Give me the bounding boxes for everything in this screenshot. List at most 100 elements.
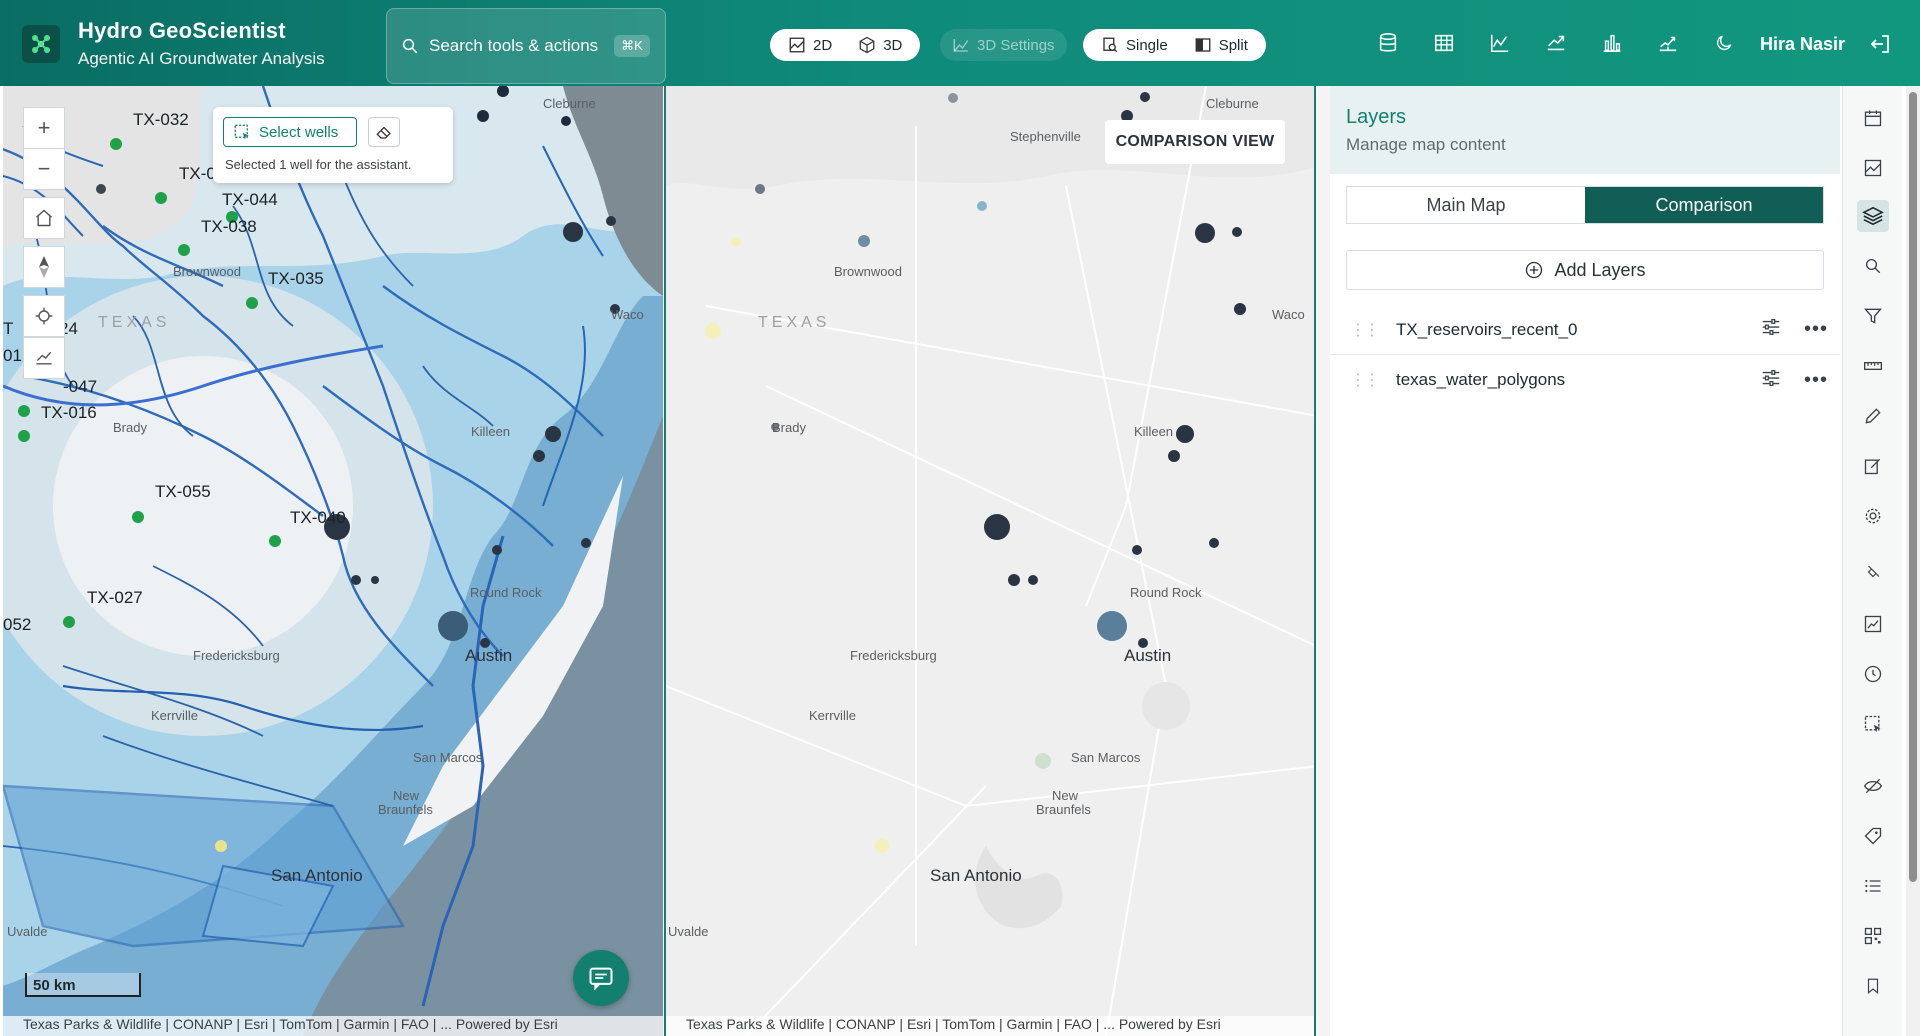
layer-row[interactable]: ⋮⋮ TX_reservoirs_recent_0 ••• — [1330, 305, 1840, 355]
command-search[interactable]: Search tools & actions ⌘K — [386, 8, 666, 84]
add-layers-label: Add Layers — [1554, 259, 1646, 280]
well-label[interactable]: T — [3, 319, 13, 339]
select-box-icon[interactable] — [1857, 708, 1889, 740]
well-label[interactable]: TX-055 — [155, 482, 211, 502]
well-label[interactable]: TX-040 — [290, 508, 346, 528]
scrollbar-thumb[interactable] — [1909, 92, 1917, 882]
pencil-icon[interactable] — [1857, 400, 1889, 432]
main-map-canvas — [3, 86, 663, 1036]
drag-handle-icon[interactable]: ⋮⋮ — [1350, 370, 1380, 390]
well-label[interactable]: TX-044 — [222, 190, 278, 210]
comparison-map-canvas — [666, 86, 1314, 1036]
single-view-label: Single — [1126, 36, 1168, 54]
place-fredericksburg: Fredericksburg — [850, 648, 937, 663]
filter-icon[interactable] — [1857, 300, 1889, 332]
plus-circle-icon — [1526, 261, 1543, 279]
main-map[interactable]: Cleburne Brownwood TEXAS Waco Brady Kill… — [3, 86, 663, 1036]
image-analysis-icon[interactable] — [1857, 152, 1889, 184]
tab-comparison[interactable]: Comparison — [1585, 187, 1823, 223]
well-label[interactable]: TX-0 — [179, 164, 216, 184]
zoom-out-button[interactable]: − — [23, 148, 65, 190]
database-icon[interactable] — [1375, 30, 1401, 56]
place-san-marcos: San Marcos — [413, 750, 483, 765]
more-options-icon[interactable]: ••• — [1804, 318, 1828, 341]
drag-handle-icon[interactable]: ⋮⋮ — [1350, 320, 1380, 340]
selection-status: Selected 1 well for the assistant. — [225, 157, 412, 172]
view-3d-button[interactable]: 3D — [848, 29, 912, 61]
minus-icon: − — [37, 156, 51, 181]
tag-icon[interactable] — [1857, 820, 1889, 852]
well-label[interactable]: TX-016 — [41, 403, 97, 423]
compass-button[interactable] — [23, 246, 65, 288]
measure-icon[interactable] — [1857, 350, 1889, 382]
well-label[interactable]: TX-038 — [201, 217, 257, 237]
moon-icon[interactable] — [1711, 30, 1737, 56]
search-label: Search tools & actions — [429, 36, 599, 55]
select-wells-button[interactable]: Select wells — [223, 117, 357, 147]
split-view-label: Split — [1218, 36, 1248, 54]
well-label[interactable]: TX-035 — [268, 269, 324, 289]
3d-settings-icon — [953, 39, 969, 52]
home-button[interactable] — [23, 197, 65, 239]
well-label[interactable]: TX-032 — [133, 110, 189, 130]
add-layers-button[interactable]: Add Layers — [1346, 250, 1824, 290]
comparison-view-badge: COMPARISON VIEW — [1105, 120, 1285, 164]
search-icon[interactable] — [1857, 250, 1889, 282]
forecast-icon[interactable] — [1655, 30, 1681, 56]
single-view-button[interactable]: Single — [1091, 29, 1178, 61]
pin-icon[interactable] — [1857, 556, 1889, 588]
layers-icon[interactable] — [1857, 200, 1889, 232]
visibility-icon[interactable] — [1857, 770, 1889, 802]
layer-settings-icon[interactable] — [1760, 316, 1782, 343]
place-braunfels: Braunfels — [1036, 802, 1091, 817]
tab-main-map[interactable]: Main Map — [1347, 187, 1585, 223]
user-name[interactable]: Hira Nasir — [1760, 34, 1845, 55]
view-2d-button[interactable]: 2D — [778, 29, 842, 61]
calendar-icon[interactable] — [1857, 102, 1889, 134]
search-icon — [402, 38, 418, 54]
map-attribution: Texas Parks & Wildlife | CONANP | Esri |… — [3, 1016, 663, 1036]
more-options-icon[interactable]: ••• — [1804, 369, 1828, 392]
logout-icon[interactable] — [1868, 32, 1892, 61]
layers-panel-header: Layers Manage map content — [1330, 86, 1840, 174]
edit-note-icon[interactable] — [1857, 450, 1889, 482]
panel-scrollbar[interactable] — [1906, 86, 1920, 1036]
place-new: New — [393, 788, 420, 803]
single-view-icon — [1103, 37, 1118, 53]
locate-button[interactable] — [23, 295, 65, 337]
place-san-marcos: San Marcos — [1071, 750, 1141, 765]
layer-row[interactable]: ⋮⋮ texas_water_polygons ••• — [1330, 355, 1840, 405]
panel-resize-handle[interactable] — [1318, 86, 1330, 1036]
well-label[interactable]: TX-027 — [87, 588, 143, 608]
app-logo[interactable] — [22, 25, 60, 63]
well-label[interactable]: 052 — [3, 615, 31, 635]
layer-settings-icon[interactable] — [1760, 367, 1782, 394]
layers-panel: Layers Manage map content Main Map Compa… — [1330, 86, 1840, 1036]
view-2d-label: 2D — [813, 36, 833, 54]
layers-map-tabs: Main Map Comparison — [1346, 186, 1824, 224]
place-killeen: Killeen — [1134, 424, 1174, 439]
3d-settings-button[interactable]: 3D Settings — [940, 29, 1067, 61]
qr-icon[interactable] — [1857, 920, 1889, 952]
clock-icon[interactable] — [1857, 658, 1889, 690]
split-view-button[interactable]: Split — [1184, 29, 1258, 61]
trend-icon[interactable] — [1543, 30, 1569, 56]
bar-chart-icon[interactable] — [1599, 30, 1625, 56]
well-label[interactable]: 01 — [3, 346, 22, 366]
elevation-button[interactable] — [23, 337, 65, 379]
split-view-icon — [1195, 38, 1211, 52]
compass-icon — [39, 256, 49, 278]
chart-frame-icon[interactable] — [1857, 608, 1889, 640]
assistant-chat-button[interactable] — [573, 950, 629, 1006]
zoom-in-button[interactable]: + — [23, 107, 65, 149]
place-cleburne: Cleburne — [543, 96, 596, 111]
settings-icon[interactable] — [1857, 500, 1889, 532]
table-icon[interactable] — [1431, 30, 1457, 56]
well-label[interactable]: -047 — [63, 377, 97, 397]
place-brady: Brady — [113, 420, 147, 435]
line-chart-icon[interactable] — [1487, 30, 1513, 56]
list-icon[interactable] — [1857, 870, 1889, 902]
comparison-map[interactable]: Cleburne Stephenville Brownwood TEXAS Wa… — [664, 86, 1316, 1036]
clear-selection-button[interactable] — [368, 117, 400, 147]
bookmark-icon[interactable] — [1857, 970, 1889, 1002]
